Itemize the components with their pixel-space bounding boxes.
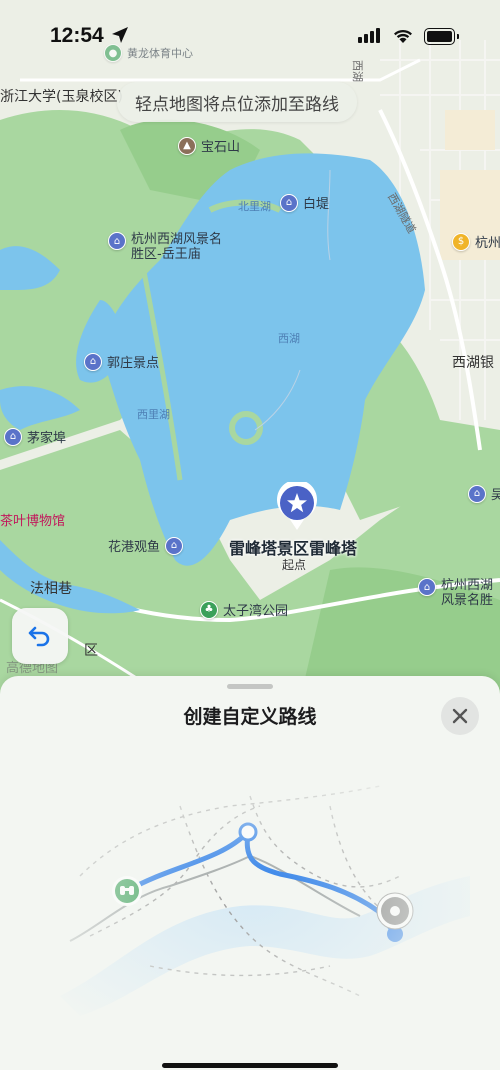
landmark-icon: ⌂	[468, 484, 486, 503]
shopping-icon: $	[452, 232, 470, 251]
park-icon: ♣	[200, 600, 218, 619]
poi-guozhuang[interactable]: ⌂ 郭庄景点	[84, 352, 159, 371]
poi-maojiabu[interactable]: ⌂ 茅家埠	[4, 427, 66, 446]
sheet-title: 创建自定义路线	[183, 706, 317, 728]
poi-zju[interactable]: 浙江大学(玉泉校区)	[0, 86, 123, 106]
label-beilihu: 北里湖	[238, 200, 271, 213]
poi-wu[interactable]: ⌂ 吴	[468, 484, 500, 503]
route-illustration	[0, 766, 500, 1066]
poi-baoshishan[interactable]: ▲ 宝石山	[178, 136, 240, 155]
poi-taiziwan[interactable]: ♣ 太子湾公园	[200, 600, 288, 619]
landmark-icon: ⌂	[4, 427, 22, 446]
landmark-icon: ⌂	[84, 352, 102, 371]
create-route-sheet[interactable]: 创建自定义路线	[0, 676, 500, 1070]
location-arrow-icon	[112, 27, 128, 43]
close-button[interactable]	[441, 697, 479, 735]
poi-wansong[interactable]: ⌂ 杭州西湖风景名胜区-万松书院	[418, 578, 500, 608]
poi-tea-museum[interactable]: 茶叶博物馆	[0, 510, 65, 529]
landmark-icon: ⌂	[280, 193, 298, 212]
sheet-grabber[interactable]	[227, 684, 273, 689]
poi-xihuyin[interactable]: 西湖银	[452, 352, 494, 372]
label-xihu: 西湖	[278, 332, 300, 345]
label-left-edge: 区	[84, 643, 98, 659]
status-bar: 12:54	[0, 0, 500, 70]
mountain-icon: ▲	[178, 136, 196, 155]
poi-baidi[interactable]: ⌂ 白堤	[280, 193, 329, 212]
home-indicator	[162, 1063, 338, 1068]
battery-icon	[424, 28, 459, 45]
hint-banner: 轻点地图将点位添加至路线	[117, 82, 357, 122]
landmark-icon: ⌂	[165, 536, 184, 555]
undo-icon	[28, 626, 50, 647]
status-time: 12:54	[50, 24, 104, 47]
start-point-subtitle: 起点	[282, 558, 307, 572]
poi-huagang[interactable]: 花港观鱼 ⌂	[108, 536, 184, 555]
landmark-icon: ⌂	[108, 232, 126, 250]
signal-icon	[358, 28, 380, 43]
landmark-icon: ⌂	[418, 578, 436, 596]
poi-faxiang[interactable]: 法相巷	[30, 578, 72, 598]
label-xilihu: 西里湖	[137, 408, 170, 421]
close-icon	[452, 708, 468, 724]
poi-hangzhou[interactable]: $ 杭州	[452, 232, 500, 251]
wifi-icon	[394, 29, 412, 43]
poi-yuewangmiao[interactable]: ⌂ 杭州西湖风景名胜区-岳王庙	[108, 232, 238, 262]
star-icon	[277, 479, 317, 530]
start-point-marker[interactable]	[275, 479, 319, 536]
undo-button[interactable]	[12, 608, 68, 664]
